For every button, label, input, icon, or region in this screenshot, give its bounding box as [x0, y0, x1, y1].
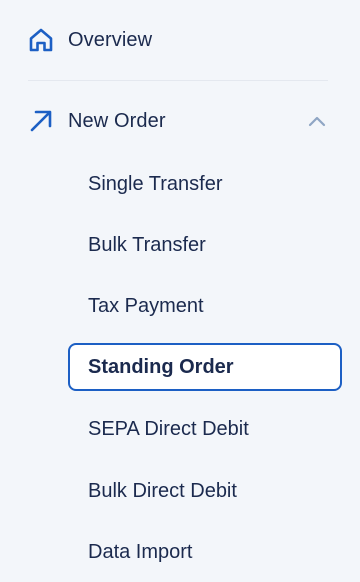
arrow-up-right-icon	[26, 106, 56, 136]
nav-subitem-bulk-transfer[interactable]: Bulk Transfer	[68, 221, 342, 269]
nav-subitem-tax-payment[interactable]: Tax Payment	[68, 282, 342, 330]
nav-subitem-single-transfer[interactable]: Single Transfer	[68, 160, 342, 208]
nav-item-overview-label: Overview	[68, 28, 153, 51]
nav-item-new-order[interactable]: New Order	[26, 101, 166, 141]
chevron-up-icon[interactable]	[306, 111, 328, 131]
nav-subitem-bulk-direct-debit[interactable]: Bulk Direct Debit	[68, 467, 342, 515]
home-icon	[26, 25, 56, 55]
nav-item-new-order-label: New Order	[68, 109, 166, 132]
nav-item-overview[interactable]: Overview	[26, 20, 152, 60]
sidebar-nav: Overview New Order Single Transfer Bulk …	[0, 0, 360, 582]
nav-subitem-standing-order[interactable]: Standing Order	[68, 343, 342, 391]
divider	[28, 80, 328, 81]
nav-subitem-sepa-direct-debit[interactable]: SEPA Direct Debit	[68, 405, 342, 453]
nav-subitem-data-import[interactable]: Data Import	[68, 528, 342, 576]
